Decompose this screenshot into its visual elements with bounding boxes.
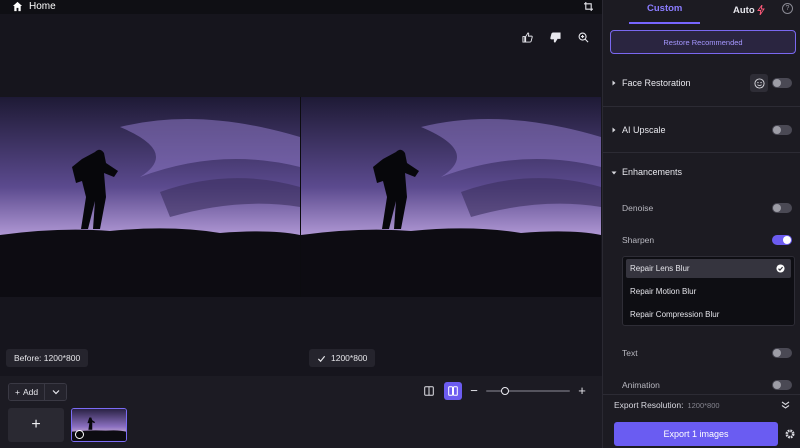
export-resolution-label: Export Resolution: (614, 400, 684, 410)
sharpen-label: Sharpen (622, 235, 655, 245)
add-dropdown-button[interactable] (44, 384, 67, 400)
option-repair-lens-blur[interactable]: Repair Lens Blur (626, 259, 791, 278)
face-restoration-toggle[interactable] (772, 78, 792, 88)
zoom-in-button[interactable] (574, 28, 592, 46)
image-thumbnail[interactable] (71, 408, 127, 442)
face-icon (753, 77, 765, 89)
help-icon[interactable]: ? (782, 3, 793, 14)
export-resolution[interactable]: Export Resolution: 1200*800 (614, 400, 720, 410)
before-resolution-tag: Before: 1200*800 (6, 349, 89, 367)
plus-icon: + (15, 387, 20, 397)
ai-upscale-caret-icon[interactable] (611, 127, 617, 133)
sharpen-toggle[interactable] (772, 235, 792, 245)
home-link[interactable]: Home (12, 0, 56, 12)
thumbnail-status-icon (75, 430, 84, 439)
ai-upscale-toggle[interactable] (772, 125, 792, 135)
crop-icon (583, 1, 593, 11)
zoom-slider-knob[interactable] (501, 387, 510, 395)
thumbs-up-button[interactable] (518, 28, 536, 46)
settings-icon[interactable] (784, 428, 796, 440)
text-toggle[interactable] (772, 348, 792, 358)
denoise-label: Denoise (622, 203, 654, 213)
chevron-down-icon (52, 390, 60, 395)
divider (603, 152, 800, 153)
tab-auto[interactable]: Auto (733, 3, 765, 17)
text-label: Text (622, 348, 638, 358)
single-view-button[interactable] (420, 382, 438, 400)
home-label: Home (29, 0, 56, 12)
export-resolution-value: 1200*800 (687, 401, 720, 410)
settings-panel: Custom Auto ? Restore Recommended Face R… (602, 0, 800, 448)
single-view-icon (424, 386, 434, 396)
animation-toggle[interactable] (772, 380, 792, 390)
option-label: Repair Lens Blur (630, 264, 690, 273)
option-label: Repair Motion Blur (630, 287, 697, 296)
lightning-icon (756, 5, 765, 15)
face-restoration-label[interactable]: Face Restoration (622, 78, 691, 88)
thumbs-down-button[interactable] (546, 28, 564, 46)
enhancements-caret-icon[interactable] (611, 170, 617, 176)
after-photo-art (301, 97, 601, 297)
view-controls: − + (420, 382, 588, 400)
after-image[interactable] (301, 97, 601, 297)
before-resolution-label: Before: 1200*800 (14, 353, 81, 363)
zoom-out-button[interactable]: − (468, 384, 480, 397)
divider (603, 394, 800, 395)
restore-recommended-button[interactable]: Restore Recommended (610, 30, 796, 54)
option-repair-motion-blur[interactable]: Repair Motion Blur (626, 282, 791, 301)
preview-area: Before: 1200*800 1200*800 (0, 14, 602, 376)
face-restoration-caret-icon[interactable] (611, 80, 617, 86)
option-label: Repair Compression Blur (630, 310, 720, 319)
bottom-bar: + Add − + + (0, 376, 602, 448)
enhancements-label[interactable]: Enhancements (622, 167, 682, 177)
zoom-slider-track (486, 390, 570, 392)
split-view-button[interactable] (444, 382, 462, 400)
sharpen-options-list: Repair Lens Blur Repair Motion Blur Repa… (622, 256, 795, 326)
denoise-toggle[interactable] (772, 203, 792, 213)
before-image[interactable] (0, 97, 300, 297)
chevron-double-down-icon[interactable] (781, 401, 790, 409)
divider (603, 106, 800, 107)
crop-button[interactable] (582, 0, 594, 12)
tab-auto-label: Auto (733, 4, 755, 16)
before-photo-art (0, 97, 300, 297)
add-image-tile[interactable]: + (8, 408, 64, 442)
check-circle-icon (776, 264, 785, 273)
tab-custom[interactable]: Custom (628, 3, 701, 24)
add-image-plus: + (31, 416, 41, 433)
home-icon (12, 1, 23, 11)
add-label: Add (22, 387, 39, 397)
zoom-in-icon (578, 32, 588, 42)
feedback-tools (518, 28, 592, 46)
split-view-icon (448, 386, 458, 396)
zoom-in-bottom-button[interactable]: + (576, 384, 588, 397)
top-bar: Home (0, 0, 602, 14)
check-icon (317, 355, 326, 362)
add-button[interactable]: + Add (9, 384, 45, 400)
thumbs-up-icon (521, 31, 533, 43)
animation-label: Animation (622, 380, 660, 390)
mode-tabs: Custom Auto ? (603, 0, 800, 26)
option-repair-compression-blur[interactable]: Repair Compression Blur (626, 305, 791, 324)
export-button[interactable]: Export 1 images (614, 422, 778, 446)
after-resolution-label: 1200*800 (331, 353, 368, 363)
face-preview-button[interactable] (750, 74, 768, 92)
add-control: + Add (8, 383, 68, 401)
after-resolution-tag: 1200*800 (309, 349, 376, 367)
zoom-slider[interactable] (486, 385, 570, 397)
thumbs-down-icon (549, 31, 561, 43)
ai-upscale-label[interactable]: AI Upscale (622, 125, 666, 135)
